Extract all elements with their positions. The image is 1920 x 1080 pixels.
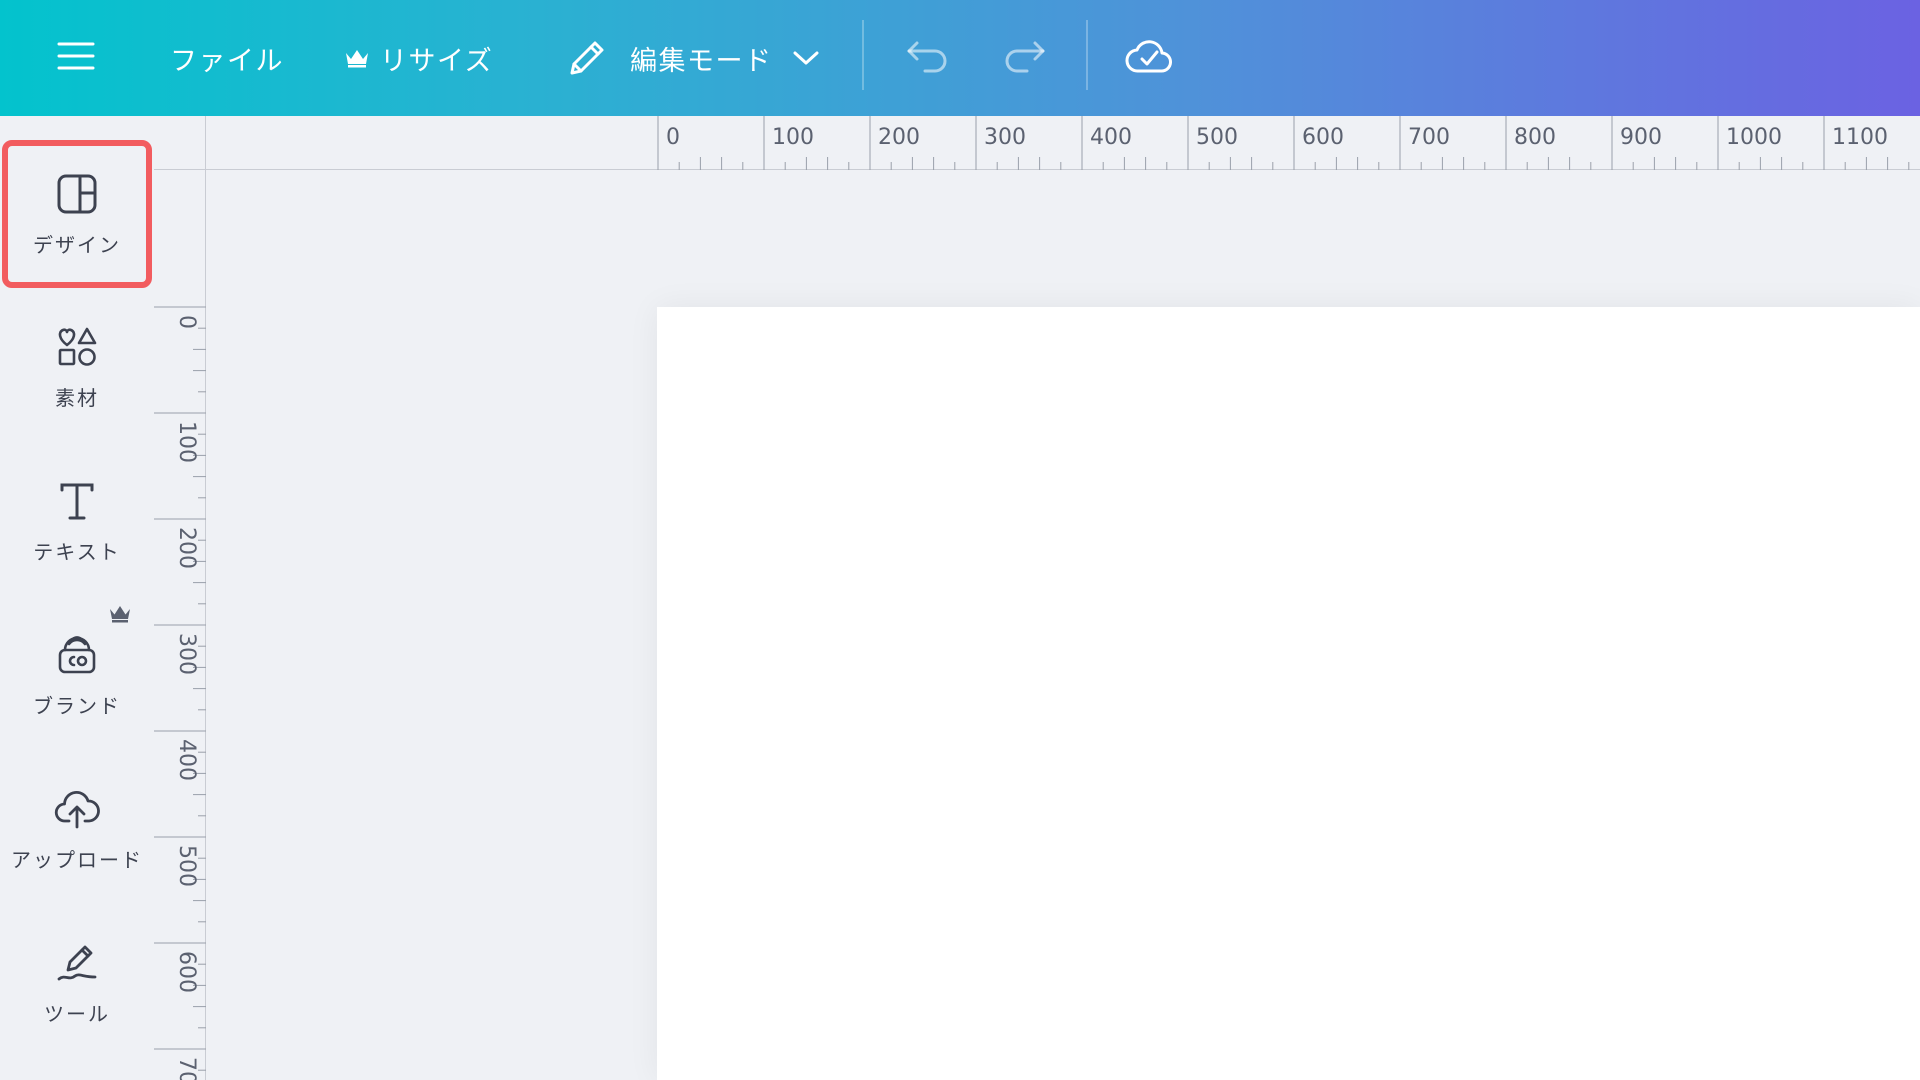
brand-icon [56, 632, 98, 678]
shapes-icon [56, 324, 98, 370]
ruler-label: 100 [772, 125, 814, 150]
ruler-label: 600 [1302, 125, 1344, 150]
toolbar-divider [1086, 20, 1088, 90]
cloud-upload-icon [54, 786, 100, 832]
sidebar-item-design[interactable]: デザイン [2, 140, 152, 288]
sidebar: デザイン 素材 テキスト ブランド アップロード ツール [0, 116, 154, 1080]
cloud-check-icon [1125, 37, 1173, 79]
toolbar-divider [862, 20, 864, 90]
ruler-label: 0 [174, 315, 199, 329]
ruler-label: 900 [1620, 125, 1662, 150]
sidebar-item-label: ブランド [33, 693, 121, 718]
ruler-label: 400 [1090, 125, 1132, 150]
undo-button[interactable] [902, 0, 952, 116]
resize-label: リサイズ [380, 45, 494, 77]
ruler-label: 400 [174, 739, 199, 781]
ruler-label: 700 [174, 1057, 199, 1080]
hamburger-menu-icon [57, 41, 95, 75]
sidebar-item-text[interactable]: テキスト [0, 446, 154, 596]
sidebar-item-label: アップロード [11, 847, 143, 872]
ruler-label: 800 [1514, 125, 1556, 150]
layout-icon [56, 171, 98, 217]
edit-mode-label: 編集モード [630, 45, 773, 77]
sidebar-item-label: テキスト [33, 539, 121, 564]
chevron-down-icon [793, 50, 819, 66]
ruler-label: 200 [878, 125, 920, 150]
vertical-ruler: 0 100 200 300 400 500 600 700 [154, 170, 206, 1080]
top-toolbar: ファイル リサイズ 編集モード [0, 0, 1920, 116]
tools-icon [55, 940, 99, 986]
edit-mode-dropdown[interactable]: 編集モード [566, 0, 819, 116]
sidebar-item-tools[interactable]: ツール [0, 908, 154, 1058]
menu-button[interactable] [52, 0, 100, 116]
ruler-label: 100 [174, 421, 199, 463]
ruler-label: 500 [174, 845, 199, 887]
ruler-label: 1100 [1832, 125, 1888, 150]
design-page[interactable] [657, 307, 1920, 1080]
ruler-label: 600 [174, 951, 199, 993]
ruler-corner [154, 116, 206, 170]
vertical-ruler-scale: 0 100 200 300 400 500 600 700 [154, 306, 206, 1080]
resize-button[interactable]: リサイズ [344, 0, 493, 116]
sidebar-item-brand[interactable]: ブランド [0, 600, 154, 750]
ruler-label: 1000 [1726, 125, 1782, 150]
save-status-button[interactable] [1124, 0, 1174, 116]
crown-icon [344, 48, 370, 68]
horizontal-ruler-scale: 0 100 200 300 400 500 600 700 800 900 1000 1100 [657, 116, 1910, 170]
sidebar-item-label: 素材 [55, 385, 99, 410]
sidebar-item-elements[interactable]: 素材 [0, 292, 154, 442]
ruler-label: 500 [1196, 125, 1238, 150]
ruler-label: 200 [174, 527, 199, 569]
sidebar-item-uploads[interactable]: アップロード [0, 754, 154, 904]
redo-icon [1003, 39, 1047, 77]
sidebar-item-label: デザイン [33, 232, 121, 257]
undo-icon [905, 39, 949, 77]
redo-button[interactable] [1000, 0, 1050, 116]
sidebar-item-label: ツール [44, 1001, 110, 1026]
ruler-label: 700 [1408, 125, 1450, 150]
ruler-label: 0 [666, 125, 680, 150]
pencil-icon [566, 37, 608, 79]
ruler-label: 300 [984, 125, 1026, 150]
crown-icon [108, 604, 132, 624]
horizontal-ruler: 0 100 200 300 400 500 600 700 800 900 1000 1100 [206, 116, 1920, 170]
file-menu-label: ファイル [170, 45, 284, 77]
file-menu-button[interactable]: ファイル [170, 0, 284, 116]
text-icon [56, 478, 98, 524]
ruler-label: 300 [174, 633, 199, 675]
